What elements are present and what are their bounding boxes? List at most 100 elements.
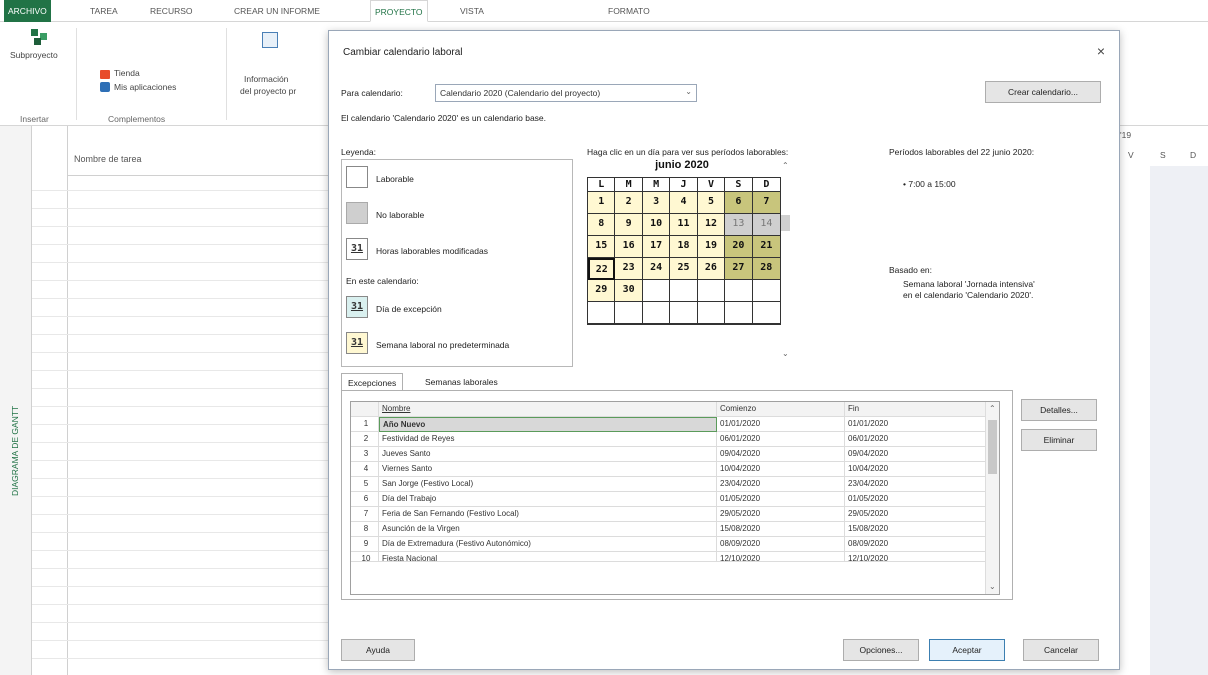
exception-name[interactable]: Festividad de Reyes bbox=[379, 432, 717, 447]
exception-start[interactable]: 01/05/2020 bbox=[717, 492, 845, 507]
chevron-down-icon[interactable]: ⌄ bbox=[989, 582, 996, 591]
tab-proyecto[interactable]: PROYECTO bbox=[370, 0, 428, 22]
table-row[interactable]: 7 Feria de San Fernando (Festivo Local) … bbox=[351, 507, 987, 522]
calendar-day[interactable]: 24 bbox=[642, 258, 671, 280]
calendar-day[interactable]: 2 bbox=[615, 192, 643, 214]
table-row[interactable]: 4 Viernes Santo 10/04/2020 10/04/2020 bbox=[351, 462, 987, 477]
calendar-day[interactable]: 30 bbox=[615, 280, 643, 302]
tab-vista[interactable]: VISTA bbox=[456, 0, 488, 22]
exception-start[interactable]: 08/09/2020 bbox=[717, 537, 845, 552]
table-row[interactable]: 9 Día de Extremadura (Festivo Autonómico… bbox=[351, 537, 987, 552]
calendar-day[interactable]: 4 bbox=[670, 192, 698, 214]
calendar-day[interactable]: 16 bbox=[615, 236, 643, 258]
exception-name[interactable]: San Jorge (Festivo Local) bbox=[379, 477, 717, 492]
subproyecto-button[interactable]: Subproyecto bbox=[10, 50, 58, 60]
task-name-column-header[interactable]: Nombre de tarea bbox=[68, 140, 328, 176]
calendar-day[interactable]: 11 bbox=[670, 214, 698, 236]
calendar-day[interactable]: 28 bbox=[752, 258, 780, 280]
tab-formato[interactable]: FORMATO bbox=[604, 0, 654, 22]
tab-excepciones[interactable]: Excepciones bbox=[341, 373, 404, 391]
exception-name[interactable]: Año Nuevo bbox=[379, 417, 717, 432]
exceptions-scroll-thumb[interactable] bbox=[988, 420, 997, 474]
tab-recurso[interactable]: RECURSO bbox=[146, 0, 197, 22]
calendar-day[interactable]: 20 bbox=[725, 236, 753, 258]
calendar-day[interactable]: 26 bbox=[697, 258, 726, 280]
mis-aplicaciones-button[interactable]: Mis aplicaciones bbox=[114, 82, 176, 92]
exception-end[interactable]: 06/01/2020 bbox=[845, 432, 987, 447]
calendar-day[interactable]: 1 bbox=[588, 192, 616, 214]
table-row[interactable]: 10 Fiesta Nacional 12/10/2020 12/10/2020 bbox=[351, 552, 987, 562]
informacion-button-line2[interactable]: del proyecto pr bbox=[240, 86, 296, 96]
exception-start[interactable]: 09/04/2020 bbox=[717, 447, 845, 462]
calendar-day[interactable]: 29 bbox=[588, 280, 616, 302]
exception-end[interactable]: 15/08/2020 bbox=[845, 522, 987, 537]
exception-end[interactable]: 08/09/2020 bbox=[845, 537, 987, 552]
tab-crear-informe[interactable]: CREAR UN INFORME bbox=[230, 0, 324, 22]
tab-archivo[interactable]: ARCHIVO bbox=[4, 0, 51, 22]
column-header-fin[interactable]: Fin bbox=[845, 402, 987, 417]
exception-name[interactable]: Jueves Santo bbox=[379, 447, 717, 462]
exception-name[interactable]: Día de Extremadura (Festivo Autonómico) bbox=[379, 537, 717, 552]
exception-name[interactable]: Viernes Santo bbox=[379, 462, 717, 477]
chevron-up-icon[interactable]: ⌃ bbox=[989, 404, 996, 413]
calendar-day-selected[interactable]: 22 bbox=[588, 258, 616, 280]
exception-start[interactable]: 15/08/2020 bbox=[717, 522, 845, 537]
table-row[interactable]: 1 Año Nuevo 01/01/2020 01/01/2020 bbox=[351, 417, 987, 432]
exception-start[interactable]: 01/01/2020 bbox=[717, 417, 845, 432]
exception-end[interactable]: 23/04/2020 bbox=[845, 477, 987, 492]
calendar-day[interactable]: 12 bbox=[697, 214, 726, 236]
calendar-day[interactable]: 5 bbox=[697, 192, 726, 214]
calendar-day[interactable]: 15 bbox=[588, 236, 616, 258]
ayuda-button[interactable]: Ayuda bbox=[341, 639, 415, 661]
calendar-day[interactable]: 27 bbox=[725, 258, 753, 280]
tienda-button[interactable]: Tienda bbox=[114, 68, 140, 78]
tab-semanas-laborales[interactable]: Semanas laborales bbox=[419, 373, 504, 391]
calendar-select[interactable]: Calendario 2020 (Calendario del proyecto… bbox=[435, 84, 697, 102]
exception-end[interactable]: 10/04/2020 bbox=[845, 462, 987, 477]
exception-end[interactable]: 12/10/2020 bbox=[845, 552, 987, 561]
exception-end[interactable]: 09/04/2020 bbox=[845, 447, 987, 462]
tab-tarea[interactable]: TAREA bbox=[86, 0, 122, 22]
calendar-day[interactable]: 19 bbox=[697, 236, 726, 258]
calendar-day[interactable]: 13 bbox=[725, 214, 753, 236]
detalles-button[interactable]: Detalles... bbox=[1021, 399, 1097, 421]
cancelar-button[interactable]: Cancelar bbox=[1023, 639, 1099, 661]
exception-start[interactable]: 29/05/2020 bbox=[717, 507, 845, 522]
eliminar-button[interactable]: Eliminar bbox=[1021, 429, 1097, 451]
table-row[interactable]: 6 Día del Trabajo 01/05/2020 01/05/2020 bbox=[351, 492, 987, 507]
exception-end[interactable]: 01/05/2020 bbox=[845, 492, 987, 507]
calendar-day[interactable]: 17 bbox=[642, 236, 671, 258]
calendar-day[interactable]: 25 bbox=[670, 258, 698, 280]
table-row[interactable]: 8 Asunción de la Virgen 15/08/2020 15/08… bbox=[351, 522, 987, 537]
exception-start[interactable]: 23/04/2020 bbox=[717, 477, 845, 492]
exception-name[interactable]: Asunción de la Virgen bbox=[379, 522, 717, 537]
chevron-down-icon[interactable]: ⌄ bbox=[782, 349, 789, 358]
calendar-day[interactable]: 8 bbox=[588, 214, 616, 236]
exception-start[interactable]: 06/01/2020 bbox=[717, 432, 845, 447]
opciones-button[interactable]: Opciones... bbox=[843, 639, 919, 661]
calendar-day[interactable]: 21 bbox=[752, 236, 781, 258]
calendar-day[interactable]: 9 bbox=[615, 214, 643, 236]
exception-end[interactable]: 29/05/2020 bbox=[845, 507, 987, 522]
crear-calendario-button[interactable]: Crear calendario... bbox=[985, 81, 1101, 103]
chevron-up-icon[interactable]: ⌃ bbox=[782, 161, 789, 170]
exception-name[interactable]: Día del Trabajo bbox=[379, 492, 717, 507]
table-row[interactable]: 2 Festividad de Reyes 06/01/2020 06/01/2… bbox=[351, 432, 987, 447]
calendar-scroll-thumb[interactable] bbox=[781, 215, 790, 231]
calendar-day[interactable]: 10 bbox=[642, 214, 671, 236]
calendar-day[interactable]: 18 bbox=[670, 236, 698, 258]
table-row[interactable]: 3 Jueves Santo 09/04/2020 09/04/2020 bbox=[351, 447, 987, 462]
exception-start[interactable]: 10/04/2020 bbox=[717, 462, 845, 477]
calendar-scrollbar[interactable]: ⌃ ⌄ bbox=[781, 159, 791, 364]
informacion-button[interactable]: Información bbox=[244, 74, 288, 84]
exceptions-scrollbar[interactable]: ⌃ ⌄ bbox=[985, 402, 999, 594]
close-icon[interactable]: × bbox=[1097, 43, 1105, 59]
calendar-day[interactable]: 14 bbox=[752, 214, 781, 236]
column-header-nombre[interactable]: Nombre bbox=[379, 402, 717, 417]
aceptar-button[interactable]: Aceptar bbox=[929, 639, 1005, 661]
exception-end[interactable]: 01/01/2020 bbox=[845, 417, 987, 432]
exception-start[interactable]: 12/10/2020 bbox=[717, 552, 845, 561]
exception-name[interactable]: Fiesta Nacional bbox=[379, 552, 717, 561]
calendar-day[interactable]: 3 bbox=[642, 192, 671, 214]
calendar-day[interactable]: 23 bbox=[615, 258, 643, 280]
